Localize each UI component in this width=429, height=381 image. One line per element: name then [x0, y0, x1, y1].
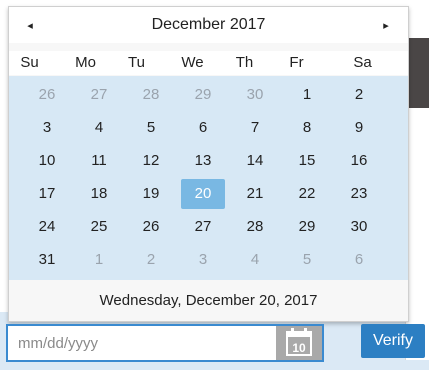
calendar-day[interactable]: 26	[129, 212, 173, 242]
calendar-day[interactable]: 6	[181, 113, 225, 143]
calendar-day[interactable]: 18	[77, 179, 121, 209]
calendar-day[interactable]: 27	[181, 212, 225, 242]
calendar-day[interactable]: 29	[285, 212, 329, 242]
calendar-day[interactable]: 14	[233, 146, 277, 176]
calendar-day[interactable]: 30	[337, 212, 381, 242]
weekday-label: Su	[20, 54, 39, 71]
datepicker-popup: December 2017 ◂ ▸ Su Mo Tu We Th Fr Sa 2…	[8, 6, 409, 322]
calendar-day[interactable]: 13	[181, 146, 225, 176]
calendar-day[interactable]: 29	[181, 80, 225, 110]
weekday-label: Mo	[75, 54, 96, 71]
calendar-icon: 10	[286, 328, 312, 356]
month-title: December 2017	[151, 16, 266, 33]
weekday-label: Fr	[289, 54, 304, 71]
side-card-image	[406, 38, 429, 108]
calendar-day[interactable]: 22	[285, 179, 329, 209]
date-input[interactable]	[8, 326, 278, 360]
calendar-day[interactable]: 5	[285, 245, 329, 275]
weekday-label: Sa	[353, 54, 372, 71]
calendar-day[interactable]: 7	[233, 113, 277, 143]
calendar-day[interactable]: 1	[285, 80, 329, 110]
calendar-day[interactable]: 4	[233, 245, 277, 275]
calendar-day[interactable]: 24	[25, 212, 69, 242]
weekday-label: Th	[235, 54, 254, 71]
calendar-day[interactable]: 31	[25, 245, 69, 275]
calendar-day[interactable]: 8	[285, 113, 329, 143]
next-month-arrow-icon[interactable]: ▸	[377, 17, 395, 35]
weekday-label: We	[181, 54, 204, 71]
calendar-day[interactable]: 27	[77, 80, 121, 110]
calendar-day[interactable]: 19	[129, 179, 173, 209]
day-grid: 26 27 28 29 30 1 2 3 4 5 6 7 8 9 10 11 12 13 14 15 16 17 18 19 2…	[9, 76, 408, 280]
prev-month-arrow-icon[interactable]: ◂	[21, 17, 39, 35]
calendar-day[interactable]: 5	[129, 113, 173, 143]
selected-date-footer: Wednesday, December 20, 2017	[9, 281, 408, 321]
verify-button[interactable]: Verify	[361, 324, 425, 358]
calendar-day[interactable]: 4	[77, 113, 121, 143]
calendar-day[interactable]: 28	[129, 80, 173, 110]
weekday-header: Su Mo Tu We Th Fr Sa	[9, 51, 408, 75]
datepicker-header: December 2017 ◂ ▸	[9, 7, 408, 43]
calendar-day[interactable]: 6	[337, 245, 381, 275]
calendar-day[interactable]: 28	[233, 212, 277, 242]
calendar-day[interactable]: 25	[77, 212, 121, 242]
calendar-day[interactable]: 21	[233, 179, 277, 209]
calendar-day[interactable]: 11	[77, 146, 121, 176]
calendar-day[interactable]: 23	[337, 179, 381, 209]
calendar-day[interactable]: 3	[25, 113, 69, 143]
calendar-day[interactable]: 2	[337, 80, 381, 110]
calendar-day[interactable]: 10	[25, 146, 69, 176]
weekday-label: Tu	[128, 54, 145, 71]
calendar-day[interactable]: 1	[77, 245, 121, 275]
date-field: 10	[6, 324, 324, 362]
calendar-day[interactable]: 26	[25, 80, 69, 110]
calendar-day[interactable]: 17	[25, 179, 69, 209]
calendar-day[interactable]: 2	[129, 245, 173, 275]
calendar-day[interactable]: 20	[181, 179, 225, 209]
calendar-day[interactable]: 3	[181, 245, 225, 275]
calendar-icon-day: 10	[292, 341, 306, 355]
calendar-day[interactable]: 12	[129, 146, 173, 176]
calendar-day[interactable]: 15	[285, 146, 329, 176]
calendar-day[interactable]: 16	[337, 146, 381, 176]
calendar-day[interactable]: 30	[233, 80, 277, 110]
calendar-button[interactable]: 10	[276, 326, 322, 360]
calendar-day[interactable]: 9	[337, 113, 381, 143]
